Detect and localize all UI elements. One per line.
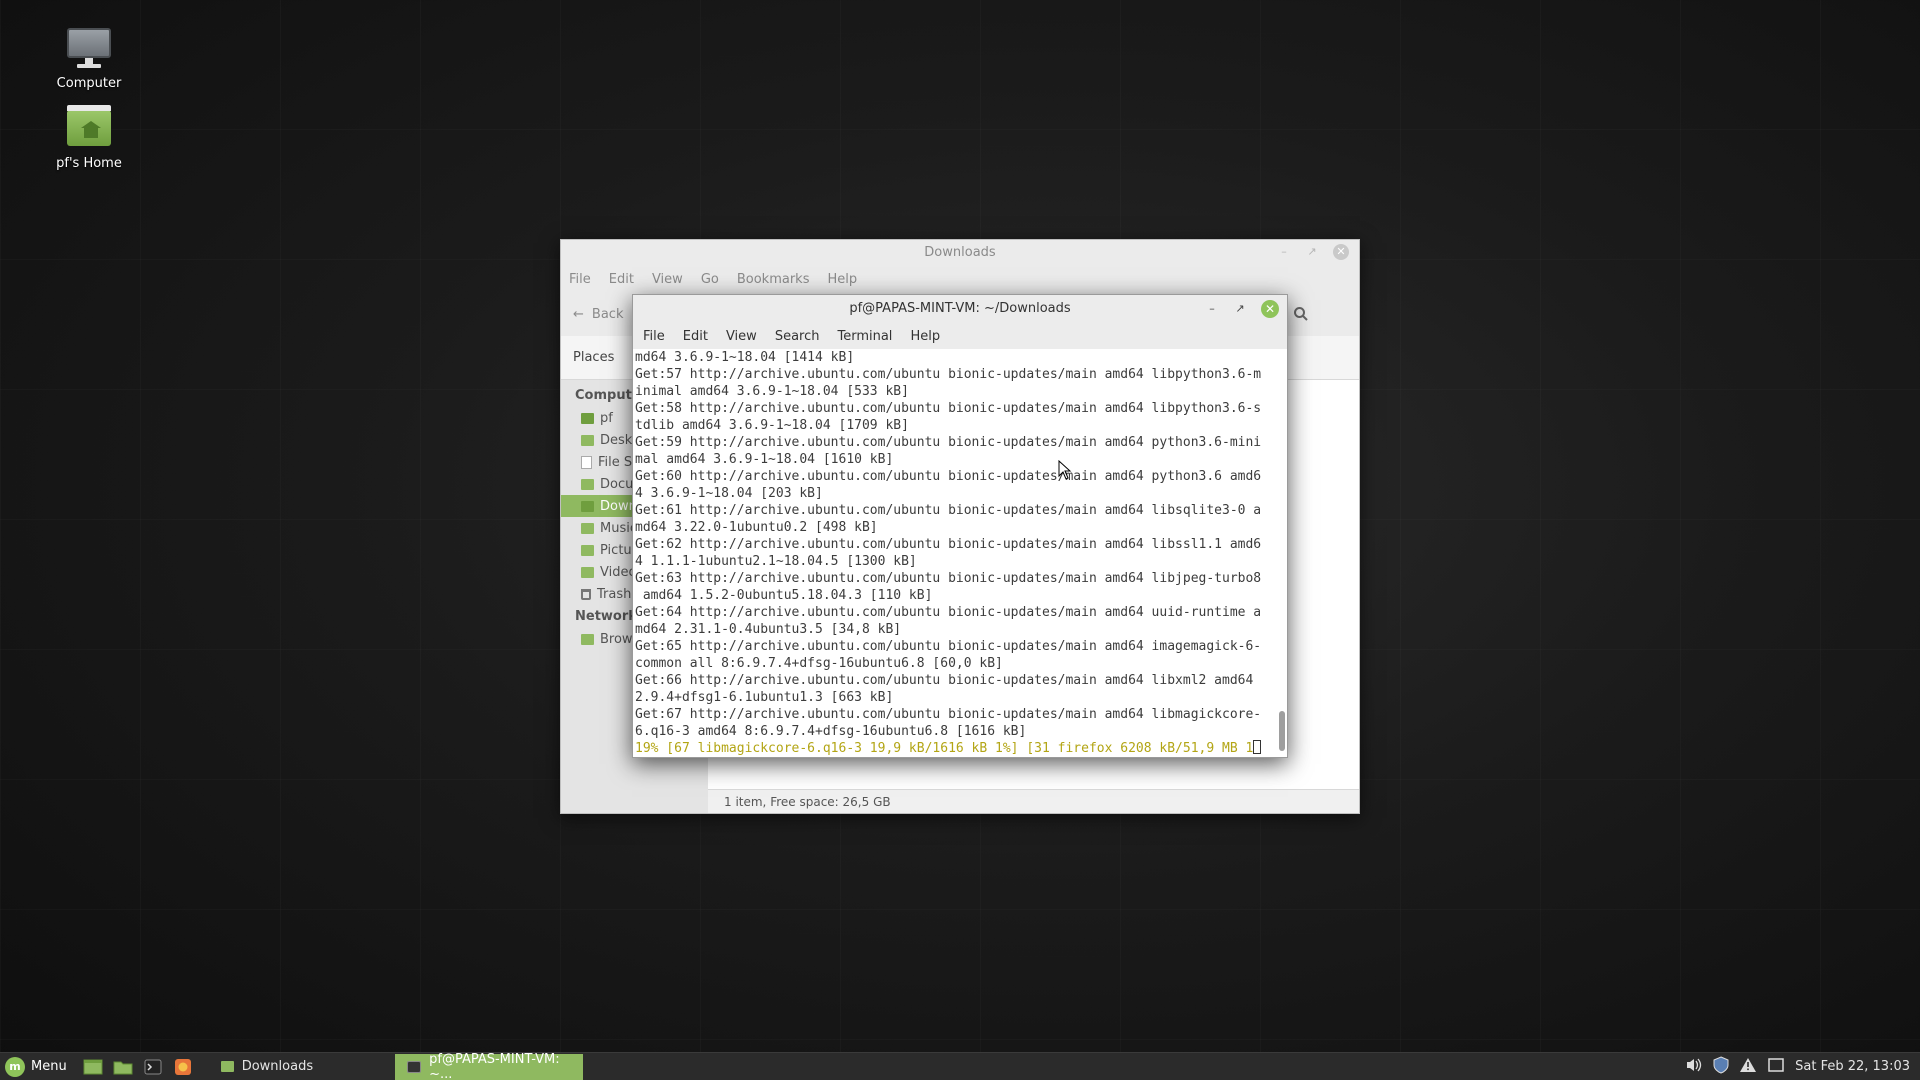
system-tray: Sat Feb 22, 13:03 bbox=[1685, 1055, 1920, 1078]
close-button[interactable]: ✕ bbox=[1333, 244, 1349, 260]
folder-icon bbox=[220, 1061, 234, 1072]
fm-titlebar[interactable]: Downloads – ↗ ✕ bbox=[561, 240, 1359, 266]
scrollbar-thumb[interactable] bbox=[1279, 711, 1285, 751]
taskbar-item-terminal[interactable]: pf@PAPAS-MINT-VM: ~... bbox=[395, 1051, 584, 1080]
desktop-icon-label: pf's Home bbox=[56, 156, 122, 171]
terminal-line: Get:67 http://archive.ubuntu.com/ubuntu … bbox=[635, 707, 1262, 722]
videos-folder-icon bbox=[581, 566, 594, 578]
term-menu-search[interactable]: Search bbox=[775, 329, 820, 344]
fm-menu-help[interactable]: Help bbox=[827, 272, 857, 287]
shield-icon[interactable] bbox=[1713, 1055, 1729, 1078]
terminal-line: 4 3.6.9-1~18.04 [203 kB] bbox=[635, 486, 823, 501]
term-menu-terminal[interactable]: Terminal bbox=[837, 329, 892, 344]
terminal-line: Get:61 http://archive.ubuntu.com/ubuntu … bbox=[635, 503, 1262, 518]
network-icon[interactable] bbox=[1767, 1057, 1785, 1077]
desktop-icon-computer[interactable]: Computer bbox=[34, 24, 144, 91]
terminal-line: Get:66 http://archive.ubuntu.com/ubuntu … bbox=[635, 673, 1254, 688]
terminal-line: 2.9.4+dfsg1-6.1ubuntu1.3 [663 kB] bbox=[635, 690, 894, 705]
terminal-line: common all 8:6.9.7.4+dfsg-16ubuntu6.8 [6… bbox=[635, 656, 1003, 671]
search-icon[interactable] bbox=[1293, 306, 1309, 322]
term-menu-view[interactable]: View bbox=[726, 329, 757, 344]
terminal-line: tdlib amd64 3.6.9-1~18.04 [1709 kB] bbox=[635, 418, 909, 433]
maximize-button[interactable]: ↗ bbox=[1233, 302, 1247, 316]
terminal-line: Get:65 http://archive.ubuntu.com/ubuntu … bbox=[635, 639, 1262, 654]
firefox-launcher-icon[interactable] bbox=[171, 1055, 195, 1079]
term-menu-file[interactable]: File bbox=[643, 329, 665, 344]
terminal-line: Get:62 http://archive.ubuntu.com/ubuntu … bbox=[635, 537, 1262, 552]
terminal-window: pf@PAPAS-MINT-VM: ~/Downloads – ↗ ✕ File… bbox=[632, 294, 1288, 758]
documents-folder-icon bbox=[581, 478, 594, 490]
terminal-line: md64 2.31.1-0.4ubuntu3.5 [34,8 kB] bbox=[635, 622, 902, 637]
terminal-scrollbar[interactable] bbox=[1279, 359, 1285, 751]
fm-menu-file[interactable]: File bbox=[569, 272, 591, 287]
taskbar: m Menu Downloads pf@PAPAS-MINT-VM: ~... … bbox=[0, 1052, 1920, 1080]
term-menu-edit[interactable]: Edit bbox=[683, 329, 708, 344]
trash-icon bbox=[581, 588, 591, 600]
terminal-line: Get:64 http://archive.ubuntu.com/ubuntu … bbox=[635, 605, 1262, 620]
arrow-left-icon: ← bbox=[573, 306, 584, 322]
drive-icon bbox=[581, 455, 592, 469]
home-folder-icon bbox=[65, 104, 113, 152]
close-button[interactable]: ✕ bbox=[1261, 300, 1279, 318]
progress-text: 19% [67 libmagickcore-6.q16-3 19,9 kB/16… bbox=[635, 741, 1254, 756]
terminal-progress-line: 19% [67 libmagickcore-6.q16-3 19,9 kB/16… bbox=[635, 740, 1287, 757]
terminal-line: Get:59 http://archive.ubuntu.com/ubuntu … bbox=[635, 435, 1262, 450]
terminal-line: md64 3.6.9-1~18.04 [1414 kB] bbox=[635, 350, 855, 365]
menu-label: Menu bbox=[31, 1059, 67, 1074]
fm-menu-view[interactable]: View bbox=[652, 272, 683, 287]
places-label: Places bbox=[573, 350, 615, 365]
terminal-titlebar[interactable]: pf@PAPAS-MINT-VM: ~/Downloads – ↗ ✕ bbox=[633, 295, 1287, 323]
terminal-launcher-icon[interactable] bbox=[141, 1055, 165, 1079]
terminal-output[interactable]: md64 3.6.9-1~18.04 [1414 kB] Get:57 http… bbox=[633, 349, 1287, 757]
show-desktop-icon[interactable] bbox=[81, 1055, 105, 1079]
minimize-button[interactable]: – bbox=[1277, 245, 1291, 259]
terminal-line: inimal amd64 3.6.9-1~18.04 [533 kB] bbox=[635, 384, 909, 399]
taskbar-item-label: pf@PAPAS-MINT-VM: ~... bbox=[429, 1051, 560, 1080]
terminal-line: mal amd64 3.6.9-1~18.04 [1610 kB] bbox=[635, 452, 894, 467]
terminal-line: md64 3.22.0-1ubuntu0.2 [498 kB] bbox=[635, 520, 878, 535]
desktop-icon-home[interactable]: pf's Home bbox=[34, 104, 144, 171]
terminal-line: amd64 1.5.2-0ubuntu5.18.04.3 [110 kB] bbox=[635, 588, 933, 603]
downloads-folder-icon bbox=[581, 500, 594, 512]
sidebar-item-label: pf bbox=[600, 410, 613, 426]
computer-icon bbox=[65, 24, 113, 72]
desktop-folder-icon bbox=[581, 434, 594, 446]
warning-icon[interactable] bbox=[1739, 1057, 1757, 1077]
term-menu-help[interactable]: Help bbox=[910, 329, 940, 344]
terminal-window-title: pf@PAPAS-MINT-VM: ~/Downloads bbox=[849, 301, 1071, 316]
fm-menubar: File Edit View Go Bookmarks Help bbox=[561, 266, 1359, 292]
taskbar-item-label: Downloads bbox=[241, 1059, 314, 1074]
back-button[interactable]: ← Back bbox=[573, 307, 623, 322]
terminal-menubar: File Edit View Search Terminal Help bbox=[633, 323, 1287, 349]
start-menu-button[interactable]: m Menu bbox=[0, 1053, 75, 1080]
maximize-button[interactable]: ↗ bbox=[1305, 245, 1319, 259]
files-launcher-icon[interactable] bbox=[111, 1055, 135, 1079]
terminal-line: Get:63 http://archive.ubuntu.com/ubuntu … bbox=[635, 571, 1262, 586]
mint-logo-icon: m bbox=[5, 1056, 25, 1077]
taskbar-item-downloads[interactable]: Downloads bbox=[209, 1054, 325, 1080]
terminal-line: 6.q16-3 amd64 8:6.9.7.4+dfsg-16ubuntu6.8… bbox=[635, 724, 1027, 739]
fm-menu-bookmarks[interactable]: Bookmarks bbox=[737, 272, 810, 287]
desktop-icon-label: Computer bbox=[56, 76, 122, 91]
pictures-folder-icon bbox=[581, 544, 594, 556]
clock[interactable]: Sat Feb 22, 13:03 bbox=[1795, 1059, 1910, 1074]
sidebar-item-label: Trash bbox=[597, 586, 632, 602]
minimize-button[interactable]: – bbox=[1205, 302, 1219, 316]
home-folder-icon bbox=[581, 412, 594, 424]
fm-menu-go[interactable]: Go bbox=[701, 272, 719, 287]
volume-icon[interactable] bbox=[1685, 1057, 1703, 1077]
back-label: Back bbox=[591, 306, 624, 322]
text-cursor bbox=[1253, 740, 1262, 754]
fm-menu-edit[interactable]: Edit bbox=[609, 272, 634, 287]
terminal-icon bbox=[407, 1060, 422, 1073]
fm-window-title: Downloads bbox=[924, 245, 996, 260]
terminal-line: Get:58 http://archive.ubuntu.com/ubuntu … bbox=[635, 401, 1262, 416]
terminal-line: Get:60 http://archive.ubuntu.com/ubuntu … bbox=[635, 469, 1262, 484]
music-folder-icon bbox=[581, 522, 594, 534]
network-icon bbox=[581, 633, 594, 645]
fm-statusbar: 1 item, Free space: 26,5 GB bbox=[708, 789, 1359, 813]
terminal-line: 4 1.1.1-1ubuntu2.1~18.04.5 [1300 kB] bbox=[635, 554, 917, 569]
terminal-line: Get:57 http://archive.ubuntu.com/ubuntu … bbox=[635, 367, 1262, 382]
